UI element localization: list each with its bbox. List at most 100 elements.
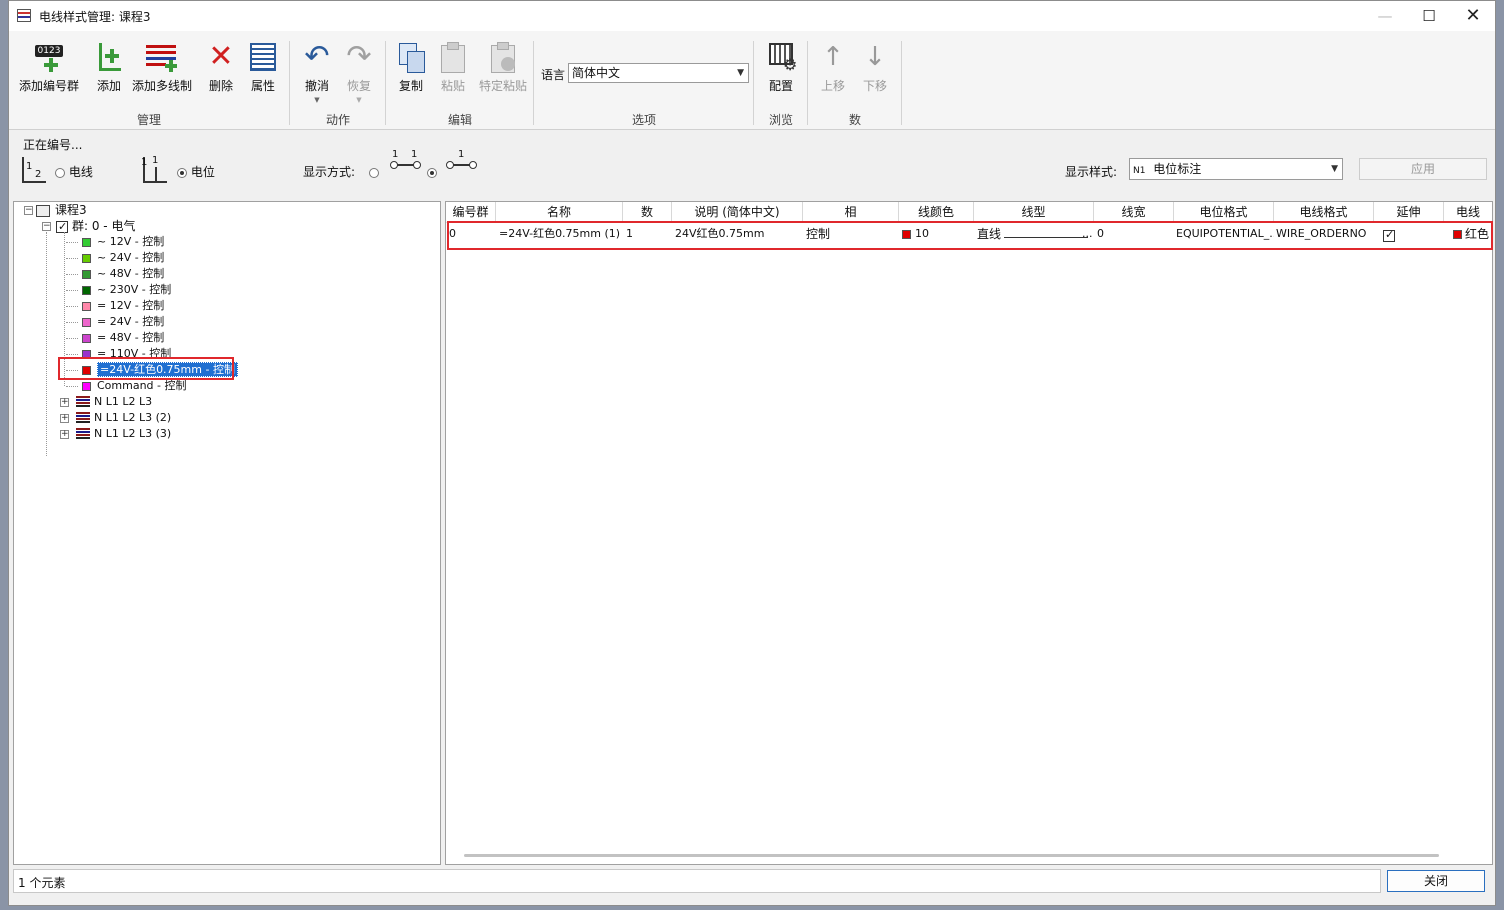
column-header[interactable]: 延伸 xyxy=(1374,202,1444,222)
column-header[interactable]: 电线格式 xyxy=(1274,202,1374,222)
multiwire-icon xyxy=(76,412,90,424)
add-group-icon: 0123 xyxy=(33,41,65,73)
multiwire-icon xyxy=(146,41,178,73)
extend-checkbox[interactable] xyxy=(1383,228,1395,242)
tree-group[interactable]: 群: 0 - 电气 xyxy=(56,218,135,235)
expand-multiwire-icon[interactable]: + xyxy=(60,398,69,407)
tree-root[interactable]: 课程3 xyxy=(36,202,87,218)
multiwire-icon xyxy=(76,428,90,440)
delete-button[interactable]: ✕ 删除 xyxy=(201,41,241,94)
collapse-group-icon[interactable]: − xyxy=(42,222,51,231)
language-select[interactable]: 简体中文 ▼ xyxy=(568,63,749,83)
properties-icon xyxy=(247,41,279,73)
color-swatch-icon xyxy=(82,269,91,279)
title-bar: 电线样式管理: 课程3 — ☐ ✕ xyxy=(9,1,1495,31)
column-header[interactable]: 电位格式 xyxy=(1174,202,1274,222)
tree-multiwire-item[interactable]: N L1 L2 L3 xyxy=(76,394,152,410)
tree-item[interactable]: = 110V - 控制 xyxy=(82,346,171,362)
horizontal-scrollbar[interactable] xyxy=(464,854,1439,857)
column-header[interactable]: 线颜色 xyxy=(899,202,974,222)
column-header[interactable]: 线型 xyxy=(974,202,1094,222)
add-numbering-group-button[interactable]: 0123 添加编号群 xyxy=(17,41,81,94)
redo-button[interactable]: ↷ 恢复 ▼ xyxy=(339,39,379,105)
config-button[interactable]: ⚙ 配置 xyxy=(761,41,801,94)
copy-icon xyxy=(395,41,427,73)
collapse-root-icon[interactable]: − xyxy=(24,206,33,215)
tree-item[interactable]: ~ 230V - 控制 xyxy=(82,282,171,298)
add-wire-icon xyxy=(93,41,125,73)
config-icon: ⚙ xyxy=(765,41,797,73)
tree-item[interactable]: = 24V - 控制 xyxy=(82,314,164,330)
close-button[interactable]: 关闭 xyxy=(1387,870,1485,892)
move-up-button[interactable]: ↑ 上移 xyxy=(815,41,851,94)
undo-button[interactable]: ↶ 撤消 ▼ xyxy=(297,41,337,105)
group-label-action: 动作 xyxy=(325,113,350,127)
radio-display-mode-2[interactable] xyxy=(427,165,437,179)
tree-item[interactable]: ~ 48V - 控制 xyxy=(82,266,164,282)
chevron-down-icon: ▼ xyxy=(1331,164,1338,174)
column-header[interactable]: 相 xyxy=(803,202,899,222)
tree-item[interactable]: Command - 控制 xyxy=(82,378,187,394)
color-swatch-icon xyxy=(82,285,91,295)
maximize-icon[interactable]: ☐ xyxy=(1409,5,1449,27)
column-header[interactable]: 名称 xyxy=(496,202,623,222)
column-header[interactable]: 电线 xyxy=(1444,202,1492,222)
group-checkbox[interactable] xyxy=(56,219,68,235)
app-icon xyxy=(17,9,31,22)
project-icon xyxy=(36,205,50,217)
expand-multiwire-icon[interactable]: + xyxy=(60,414,69,423)
numbering-label: 正在编号... xyxy=(23,138,83,152)
color-swatch-icon xyxy=(82,333,91,343)
redo-icon: ↷ xyxy=(346,39,372,74)
undo-dropdown-icon[interactable]: ▼ xyxy=(297,96,337,104)
tree-item[interactable]: = 48V - 控制 xyxy=(82,330,164,346)
chevron-down-icon: ▼ xyxy=(737,68,744,78)
group-label-manage: 管理 xyxy=(136,113,161,127)
wire-style-tree: − 课程3 − 群: 0 - 电气 ~ 12V - 控制~ 24V - 控制~ … xyxy=(13,201,441,865)
color-swatch-icon xyxy=(82,381,91,391)
tree-item[interactable]: ~ 12V - 控制 xyxy=(82,234,164,250)
column-header[interactable]: 编号群 xyxy=(446,202,496,222)
color-swatch-icon xyxy=(82,237,91,247)
display-mode-label: 显示方式: xyxy=(303,165,356,179)
tree-item-selected[interactable]: =24V-红色0.75mm - 控制 xyxy=(82,362,238,378)
expand-multiwire-icon[interactable]: + xyxy=(60,430,69,439)
paste-special-button[interactable]: 特定粘贴 xyxy=(475,41,531,94)
properties-button[interactable]: 属性 xyxy=(243,41,283,94)
close-window-icon[interactable]: ✕ xyxy=(1453,5,1493,27)
status-bar: 1 个元素 xyxy=(13,869,1381,893)
move-down-button[interactable]: ↓ 下移 xyxy=(857,41,893,94)
radio-wire[interactable]: 电线 xyxy=(55,163,93,180)
copy-button[interactable]: 复制 xyxy=(391,41,431,94)
potential-mode-icon: 1 1 xyxy=(139,153,171,187)
column-header[interactable]: 数 xyxy=(623,202,672,222)
ribbon-toolbar: 0123 添加编号群 添加 添加多线制 ✕ 删除 属性 管理 ↶ 撤消 ▼ ↷ … xyxy=(9,31,1495,130)
display-mode-1-icon: 1 1 xyxy=(389,149,421,173)
wire-color-swatch xyxy=(902,229,911,239)
tree-item[interactable]: = 12V - 控制 xyxy=(82,298,164,314)
redo-dropdown-icon[interactable]: ▼ xyxy=(339,96,379,104)
group-label-options: 选项 xyxy=(631,113,656,127)
display-style-select[interactable]: N1 电位标注 ▼ xyxy=(1129,158,1343,180)
apply-button[interactable]: 应用 xyxy=(1359,158,1487,180)
arrow-up-icon: ↑ xyxy=(822,42,844,72)
column-header[interactable]: 线宽 xyxy=(1094,202,1174,222)
potential-tag-icon: N1 xyxy=(1133,166,1146,176)
wire-style-manager-window: 电线样式管理: 课程3 — ☐ ✕ 0123 添加编号群 添加 添加多线制 ✕ … xyxy=(8,0,1496,906)
tree-item[interactable]: ~ 24V - 控制 xyxy=(82,250,164,266)
minimize-icon[interactable]: — xyxy=(1365,5,1405,27)
tree-multiwire-item[interactable]: N L1 L2 L3 (3) xyxy=(76,426,171,442)
column-header[interactable]: 说明 (简体中文) xyxy=(672,202,803,222)
delete-icon: ✕ xyxy=(208,39,234,74)
add-multiwire-button[interactable]: 添加多线制 xyxy=(131,41,193,94)
color-swatch-icon xyxy=(82,365,91,375)
wire-mode-icon: 1 2 xyxy=(19,153,51,187)
radio-display-mode-1[interactable] xyxy=(369,165,379,179)
wire-style-table: 编号群 名称数说明 (简体中文) 相线颜色 线型 线宽 电位格式 电线格式 延伸 电线 0 =2… xyxy=(445,201,1493,865)
paste-button[interactable]: 粘贴 xyxy=(433,41,473,94)
add-button[interactable]: 添加 xyxy=(91,41,127,94)
radio-potential[interactable]: 电位 xyxy=(177,163,215,180)
paste-icon xyxy=(437,41,469,73)
tree-multiwire-item[interactable]: N L1 L2 L3 (2) xyxy=(76,410,171,426)
display-style-label: 显示样式: xyxy=(1065,165,1118,179)
